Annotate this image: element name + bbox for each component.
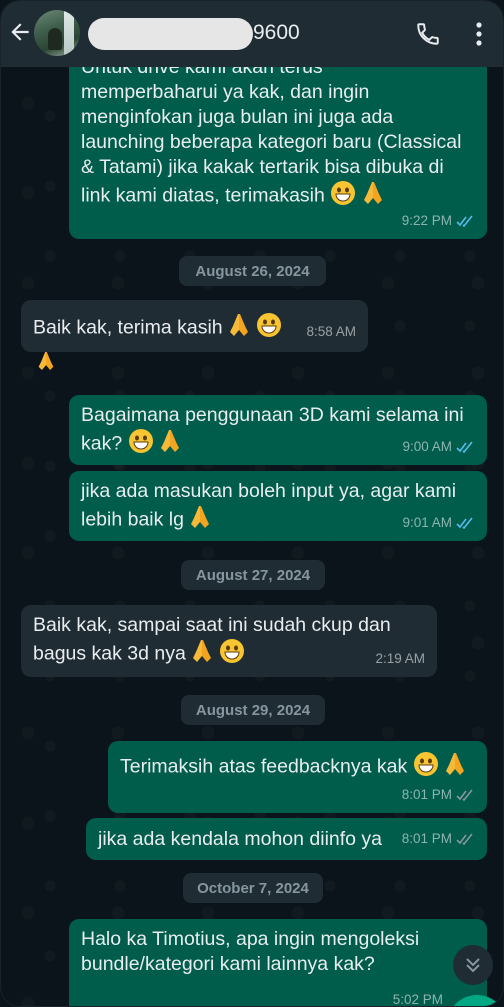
chat-screen: 9600 Untuk drive kami akan terus memperb… (0, 0, 504, 1007)
date-separator: August 26, 2024 (179, 256, 326, 286)
folded-hands-emoji-icon (37, 350, 55, 377)
grin-emoji-icon (128, 428, 154, 461)
delivered-ticks-icon (456, 833, 473, 845)
message-text: launching beberapa kategori baru (Classi… (81, 131, 462, 153)
date-separator: October 7, 2024 (183, 873, 323, 903)
message-time: 9:01 AM (402, 515, 452, 530)
grin-emoji-icon (413, 751, 439, 784)
message-text: memperbaharui ya kak, dan ingin (81, 81, 370, 103)
message-time: 2:19 AM (375, 651, 425, 666)
message-time: 9:00 AM (402, 439, 452, 454)
message-time: 9:22 PM (401, 213, 452, 228)
folded-hands-emoji-icon (189, 504, 211, 537)
message-text: bundle/kategori kami lainnya kak? (81, 953, 375, 975)
avatar[interactable] (34, 10, 80, 56)
message-bubble-incoming[interactable]: Baik kak, terima kasih 8:58 AM (21, 300, 368, 352)
message-meta: 8:01 PM (402, 826, 475, 851)
message-text: kak? (81, 432, 123, 455)
folded-hands-emoji-icon (191, 638, 213, 671)
phone-icon[interactable] (415, 21, 441, 47)
message-bubble-outgoing[interactable]: jika ada masukan boleh input ya, agar ka… (69, 471, 487, 541)
date-label: August 29, 2024 (195, 701, 311, 719)
date-label: October 7, 2024 (197, 879, 309, 897)
message-text: bagus kak 3d nya (33, 642, 186, 665)
read-ticks-icon (456, 517, 473, 529)
message-meta: 9:01 AM (402, 510, 475, 535)
folded-hands-emoji-icon (228, 312, 250, 345)
double-chevron-down-icon (466, 958, 480, 973)
date-label: August 27, 2024 (195, 566, 311, 584)
message-bubble-outgoing[interactable]: Halo ka Timotius, apa ingin mengoleksi b… (69, 919, 487, 1007)
delivered-ticks-icon (456, 789, 473, 801)
message-text: jika ada kendala mohon diinfo ya (98, 828, 383, 850)
message-text: Bagaimana penggunaan 3D kami selama ini (81, 404, 464, 426)
date-separator: August 29, 2024 (181, 695, 325, 725)
arrow-left-icon[interactable] (7, 19, 33, 45)
folded-hands-emoji-icon (444, 751, 466, 784)
message-text: & Tatami) jika kakak tertarik bisa dibuk… (81, 156, 444, 178)
date-label: August 26, 2024 (195, 262, 310, 280)
message-text: menginfokan juga bulan ini juga ada (81, 106, 394, 128)
message-text: lebih baik lg (81, 508, 184, 531)
contact-name-redacted[interactable] (88, 18, 253, 50)
grin-emoji-icon (219, 638, 245, 671)
message-text: Baik kak, sampai saat ini sudah ckup dan (33, 614, 391, 636)
message-text: Halo ka Timotius, apa ingin mengoleksi (81, 928, 420, 950)
more-vert-icon[interactable] (473, 20, 485, 48)
chat-header: 9600 (1, 1, 503, 67)
message-bubble-outgoing[interactable]: Bagaimana penggunaan 3D kami selama ini … (69, 395, 487, 465)
contact-name-suffix[interactable]: 9600 (253, 21, 300, 45)
message-meta: 5:02 PM (392, 987, 443, 1007)
message-time: 5:02 PM (392, 992, 443, 1007)
read-ticks-icon (456, 441, 473, 453)
message-bubble-outgoing[interactable]: jika ada kendala mohon diinfo ya 8:01 PM (86, 818, 487, 860)
message-bubble-outgoing[interactable]: Terimaksih atas feedbacknya kak 8:01 PM (108, 741, 487, 813)
message-meta: 2:19 AM (375, 646, 425, 671)
message-bubble-outgoing[interactable]: Untuk drive kami akan terus memperbaharu… (69, 57, 487, 239)
message-time: 8:58 AM (306, 324, 356, 339)
message-meta: 9:22 PM (402, 208, 475, 233)
date-separator: August 27, 2024 (181, 560, 325, 590)
message-meta: 8:01 PM (402, 782, 475, 807)
message-text: link kami diatas, terimakasih (81, 184, 325, 207)
folded-hands-emoji-icon (159, 428, 181, 461)
folded-hands-emoji-icon (362, 180, 384, 213)
message-meta: 8:58 AM (306, 319, 356, 344)
read-ticks-icon (456, 215, 473, 227)
message-text: Terimaksih atas feedbacknya kak (120, 755, 408, 778)
message-text: Baik kak, terima kasih (33, 316, 223, 339)
grin-emoji-icon (330, 180, 356, 213)
message-bubble-incoming[interactable]: Baik kak, sampai saat ini sudah ckup dan… (21, 605, 437, 677)
message-meta: 9:00 AM (402, 434, 475, 459)
scroll-to-bottom-button[interactable] (453, 945, 493, 985)
grin-emoji-icon (256, 312, 282, 345)
message-text: jika ada masukan boleh input ya, agar ka… (81, 480, 457, 502)
message-time: 8:01 PM (401, 787, 452, 802)
message-time: 8:01 PM (401, 831, 452, 846)
